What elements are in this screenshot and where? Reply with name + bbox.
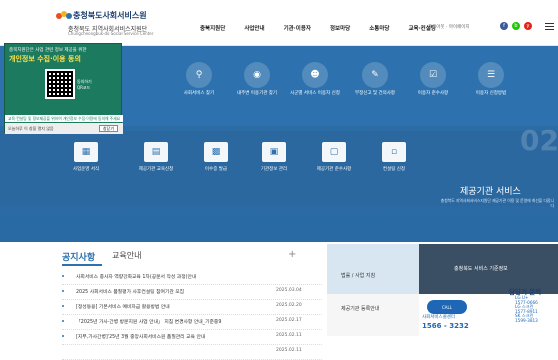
report-icon[interactable]: ✎ (362, 62, 388, 88)
nav-item-business[interactable]: 사업안내 (244, 24, 264, 32)
quick-label[interactable]: 제공기관 준수사항 (306, 167, 362, 173)
document-icon[interactable]: ▦ (74, 142, 98, 162)
quick-label[interactable]: 기관정보 관리 (246, 167, 302, 173)
phone-icon: CALL (427, 300, 467, 314)
hero-number: 02 (520, 124, 558, 157)
blog-icon[interactable]: b (512, 22, 520, 30)
call-center-box: CALL 사회서비스콜센터 1566 - 3232 담당기 문의 LG U+ 1… (419, 288, 558, 336)
search-icon[interactable]: ⚲ (186, 62, 212, 88)
certificate-icon[interactable]: ▩ (204, 142, 228, 162)
call-center-number[interactable]: 1566 - 3232 (422, 322, 469, 330)
nav-item-info[interactable]: 정보마당 (330, 24, 350, 32)
popup-intro: 충북지원단은 사업 관련 정보 제공을 위한 (9, 48, 87, 53)
logo-mark-icon (56, 11, 72, 21)
nav-item-community[interactable]: 소통마당 (369, 24, 389, 32)
nav-item-chungbuk[interactable]: 충북지원단 (200, 24, 225, 32)
building-icon[interactable]: ▣ (262, 142, 286, 162)
quick-label[interactable]: 사회서비스 찾기 (171, 91, 227, 97)
facebook-icon[interactable]: f (500, 22, 508, 30)
book-icon[interactable]: ▤ (144, 142, 168, 162)
quick-label[interactable]: 사업운영 서식 (58, 167, 114, 173)
users-icon[interactable]: ☻ (302, 62, 328, 88)
tab-underline (62, 264, 102, 266)
tab-notice[interactable]: 공지사항 (62, 250, 95, 263)
call-center-name: 사회서비스콜센터 (422, 315, 456, 320)
checklist-icon[interactable]: ☑ (420, 62, 446, 88)
terminal-contact-list: LG U+ 1577-0666 LG 스크린 1577-8911 SK 스크린 … (515, 295, 538, 323)
guide-icon[interactable]: ☰ (478, 62, 504, 88)
quick-label[interactable]: 컨설팅 신청 (366, 167, 422, 173)
hero-panel-title: 제공기관 서비스 (460, 187, 521, 197)
main-nav: 충북지원단 사업안내 기관·이용자 정보마당 소통마당 교육·컨설팅 (200, 24, 455, 32)
tab-education[interactable]: 교육안내 (112, 250, 141, 261)
quick-label[interactable]: 내주변 이용기관 찾기 (229, 91, 285, 97)
map-icon[interactable]: ◉ (244, 62, 270, 88)
consulting-icon[interactable]: ▫ (382, 142, 406, 162)
menu-icon[interactable] (545, 23, 554, 30)
list-item[interactable]: 사회서비스 종사자 역량강화교육 1차(공문서 작성 과정)안내 (62, 270, 322, 285)
list-item[interactable]: 「2025년 가사·간병 방문지원 사업 안내」 지침 변경사항 안내_기준중9… (62, 315, 322, 330)
consent-popup: 충북지원단은 사업 관련 정보 제공을 위한 개인정보 수집·이용 동의 동의하… (4, 43, 123, 134)
site-header: 충청북도사회서비스원 충청북도 지역사회서비스지원단 Chungcheongbu… (0, 0, 558, 46)
banner-law-guidelines[interactable]: 법률 / 사업 지침 (327, 244, 419, 294)
list-item[interactable]: [정성동용] 기본서비스 예비자금 활용방법 안내 2025.02.20 (62, 300, 322, 315)
popup-headline: 개인정보 수집·이용 동의 (9, 55, 81, 63)
nav-item-institution[interactable]: 기관·이용자 (284, 24, 311, 32)
youtube-icon[interactable]: y (524, 22, 532, 30)
list-item[interactable]: [지부,가사간병]'25년 3월 중앙사회서비스원 품질관리 교육 안내 2025… (62, 330, 322, 345)
list-item[interactable]: 2025 사회서비스 품질평가 사후컨설팅 참여기관 모집 2025.03.04 (62, 285, 322, 300)
quick-label[interactable]: 이용자 신청방법 (463, 91, 519, 97)
quick-label[interactable]: 제공기관 교육신청 (128, 167, 184, 173)
site-logo[interactable]: 충청북도사회서비스원 충청북도 지역사회서비스지원단 Chungcheongbu… (56, 10, 176, 38)
quick-label[interactable]: 부정신고 및 건의사항 (347, 91, 403, 97)
more-plus-icon[interactable]: + (288, 249, 296, 260)
rules-icon[interactable]: ▢ (322, 142, 346, 162)
popup-bar: 교육·컨설팅 및 정보제공을 위하여 개인정보 수집·이용에 동의해 주세요 (5, 115, 123, 122)
quick-label[interactable]: 시군별 서비스 이용자 신청 (287, 91, 343, 97)
hero-panel-subtitle: 충청북도 지역사회서비스지원단 제공기관 이용 및 운영에 최선을 다합니다 (440, 198, 554, 208)
list-item[interactable]: 2025.02.11 (62, 345, 322, 360)
notice-list: 사회서비스 종사자 역량강화교육 1차(공문서 작성 과정)안내 2025 사회… (62, 270, 322, 360)
qr-code[interactable] (45, 69, 75, 99)
utility-links[interactable]: 로그아웃 · 마이페이지 (428, 24, 470, 30)
quick-label[interactable]: 이수증 발급 (188, 167, 244, 173)
logo-title: 충청북도사회서비스원 (73, 11, 147, 20)
banner-provider-registration[interactable]: 제공기관 등록안내 (327, 294, 419, 336)
popup-close-button[interactable]: 창닫기 (98, 125, 118, 132)
qr-label-sub: QR코드 (77, 85, 91, 90)
logo-english: Chungcheongbuk-do Social Service Center (68, 31, 154, 36)
quick-label[interactable]: 이용자 준수사항 (405, 91, 461, 97)
